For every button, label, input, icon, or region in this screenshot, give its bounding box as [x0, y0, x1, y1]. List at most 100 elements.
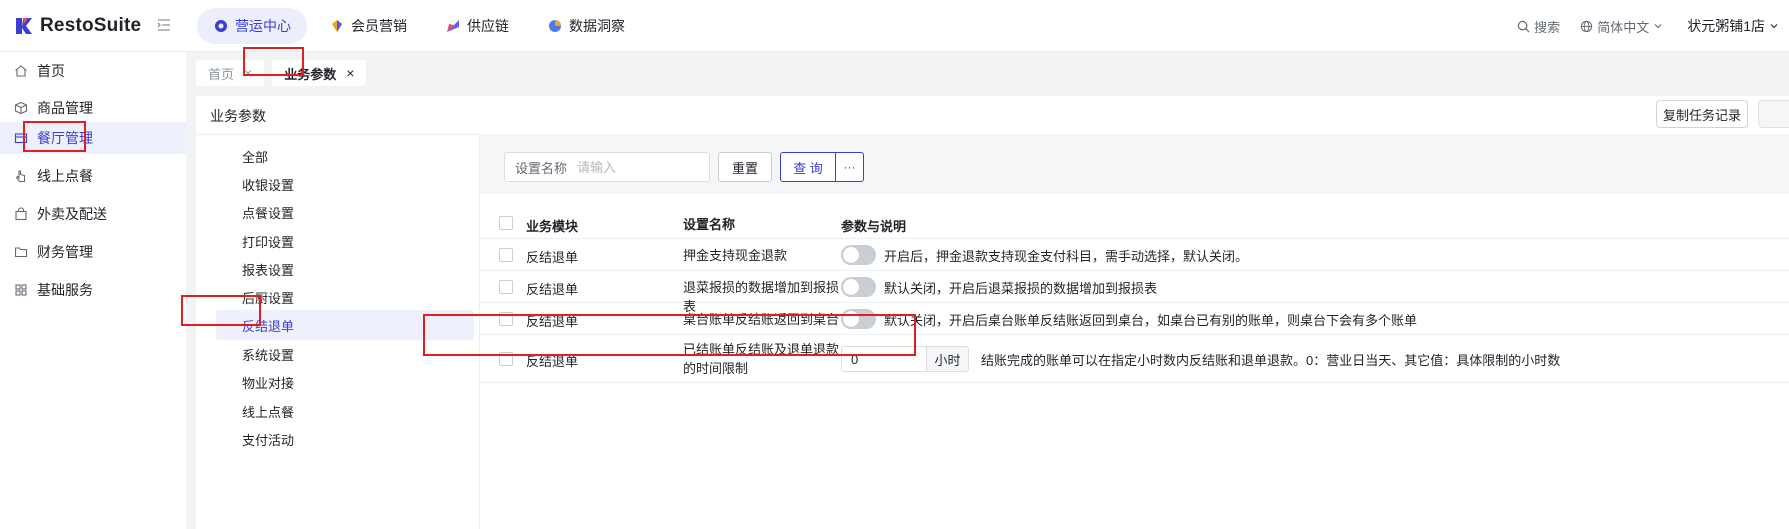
unit-label: 小时	[927, 346, 969, 372]
more-options-button[interactable]: ···	[836, 152, 864, 182]
category-item[interactable]: 全部	[216, 141, 474, 171]
filter-bar: 设置名称 重置 查 询 ···	[480, 134, 1789, 194]
toggle-switch[interactable]	[841, 309, 876, 329]
sidebar-item-delivery[interactable]: 外卖及配送	[0, 196, 186, 232]
row-checkbox[interactable]	[499, 312, 513, 326]
category-item[interactable]: 点餐设置	[216, 197, 474, 227]
nav-operations[interactable]: 营运中心	[197, 8, 307, 44]
cell-name: 押金支持现金退款	[683, 248, 788, 263]
cell-module: 反结退单	[526, 282, 579, 297]
row-checkbox[interactable]	[499, 280, 513, 294]
category-item[interactable]: 报表设置	[216, 254, 474, 284]
cell-module: 反结退单	[526, 354, 579, 369]
category-item[interactable]: 收银设置	[216, 169, 474, 199]
tab-home[interactable]: 首页 ×	[196, 60, 265, 86]
table-row: 反结退单 已结账单反结账及退单退款的时间限制 小时 结账完成的账单可以在指定小时…	[480, 335, 1789, 383]
toggle-switch[interactable]	[841, 277, 876, 297]
category-item[interactable]: 后厨设置	[216, 282, 474, 312]
tab-business-params[interactable]: 业务参数 ×	[272, 60, 367, 86]
nav-member[interactable]: 会员营销	[313, 8, 423, 44]
folder-icon	[14, 247, 28, 258]
row-checkbox[interactable]	[499, 352, 513, 366]
chevron-down-icon	[1654, 24, 1662, 29]
cell-param: 默认关闭，开启后退菜报损的数据增加到报损表	[841, 277, 1157, 297]
collapse-menu-icon[interactable]	[156, 17, 172, 33]
nav-label: 会员营销	[351, 18, 407, 34]
store-select[interactable]: 状元粥铺1店	[1687, 16, 1783, 36]
table-header: 业务模块 设置名称 参数与说明	[480, 208, 1789, 239]
toggle-switch[interactable]	[841, 245, 876, 265]
setting-name-input[interactable]	[577, 159, 688, 175]
page-title: 业务参数	[210, 108, 266, 124]
category-item[interactable]: 线上点餐	[216, 396, 474, 426]
param-description: 开启后，押金退款支持现金支付科目，需手动选择，默认关闭。	[884, 248, 1249, 264]
page-tabs: 首页 × 业务参数 ×	[196, 60, 374, 86]
data-icon	[549, 20, 561, 32]
sidebar-item-products[interactable]: 商品管理	[0, 90, 186, 126]
sidebar-item-label: 基础服务	[37, 282, 93, 298]
top-nav: 营运中心 会员营销 供应链 数据洞察	[197, 8, 647, 44]
secondary-action-button[interactable]	[1758, 100, 1789, 128]
sidebar-item-home[interactable]: 首页	[0, 53, 186, 89]
tab-label: 业务参数	[284, 66, 337, 82]
pointer-icon	[15, 170, 26, 183]
category-item[interactable]: 系统设置	[216, 339, 474, 369]
category-item-active[interactable]: 反结退单	[216, 310, 474, 340]
nav-label: 供应链	[467, 18, 509, 34]
sidebar-item-label: 餐厅管理	[37, 130, 93, 146]
cell-name: 已结账单反结账及退单退款的时间限制	[683, 342, 840, 376]
logo[interactable]: RestoSuite	[14, 15, 141, 37]
sidebar-item-label: 外卖及配送	[37, 206, 107, 222]
sidebar-item-label: 财务管理	[37, 244, 93, 260]
param-description: 结账完成的账单可以在指定小时数内反结账和退单退款。0：营业日当天、其它值：具体限…	[981, 352, 1561, 368]
nav-supply[interactable]: 供应链	[429, 8, 525, 44]
search-label: 搜索	[1534, 19, 1561, 35]
store-name: 状元粥铺1店	[1687, 18, 1765, 34]
search-button[interactable]: 搜索	[1517, 17, 1560, 36]
sidebar-item-restaurant[interactable]: 餐厅管理	[0, 122, 186, 154]
home-icon	[15, 65, 27, 77]
table-row: 反结退单 押金支持现金退款 开启后，押金退款支持现金支付科目，需手动选择，默认关…	[480, 239, 1789, 271]
search-icon	[1517, 20, 1530, 32]
store-icon	[14, 133, 28, 144]
table-row: 反结退单 退菜报损的数据增加到报损表 默认关闭，开启后退菜报损的数据增加到报损表	[480, 271, 1789, 314]
header-module: 业务模块	[526, 219, 579, 234]
hours-input[interactable]	[841, 346, 927, 372]
query-button[interactable]: 查 询	[780, 152, 836, 182]
bag-icon	[15, 207, 27, 221]
category-item[interactable]: 物业对接	[216, 367, 474, 397]
category-item[interactable]: 打印设置	[216, 226, 474, 256]
header-param: 参数与说明	[841, 219, 907, 234]
globe-icon	[1581, 20, 1593, 32]
chevron-down-icon	[1770, 24, 1778, 29]
settings-table: 业务模块 设置名称 参数与说明 反结退单 押金支持现金退款 开启后，押金退款支持…	[480, 208, 1789, 383]
row-checkbox[interactable]	[499, 248, 513, 262]
select-all-checkbox[interactable]	[499, 216, 513, 230]
category-item[interactable]: 支付活动	[216, 424, 474, 454]
hours-input-group: 小时	[841, 346, 969, 372]
grid-icon	[15, 284, 27, 296]
nav-data[interactable]: 数据洞察	[531, 8, 641, 44]
sidebar-item-finance[interactable]: 财务管理	[0, 234, 186, 270]
tab-label: 首页	[208, 66, 235, 82]
top-right-tools: 搜索 简体中文 状元粥铺1店	[1517, 0, 1789, 52]
box-icon	[14, 101, 28, 115]
sidebar-item-label: 首页	[37, 63, 65, 79]
language-label: 简体中文	[1597, 19, 1650, 35]
setting-name-filter: 设置名称	[504, 152, 710, 182]
cell-param: 默认关闭，开启后桌台账单反结账返回到桌台，如桌台已有别的账单，则桌台下会有多个账…	[841, 309, 1417, 329]
logo-icon	[16, 18, 32, 34]
operations-icon	[215, 20, 227, 32]
nav-label: 数据洞察	[569, 18, 625, 34]
close-icon[interactable]: ×	[244, 65, 252, 81]
language-select[interactable]: 简体中文	[1580, 17, 1667, 36]
app-name: RestoSuite	[40, 15, 142, 36]
reset-button[interactable]: 重置	[718, 152, 772, 182]
header-name: 设置名称	[683, 217, 736, 232]
sidebar-item-online-order[interactable]: 线上点餐	[0, 158, 186, 194]
main-panel: 业务参数 复制任务记录 全部 收银设置 点餐设置 打印设置 报表设置 后厨设置 …	[196, 96, 1789, 529]
copy-task-record-button[interactable]: 复制任务记录	[1656, 100, 1748, 128]
param-description: 默认关闭，开启后退菜报损的数据增加到报损表	[884, 280, 1158, 296]
sidebar-item-basic-services[interactable]: 基础服务	[0, 272, 186, 308]
close-icon[interactable]: ×	[346, 65, 354, 81]
